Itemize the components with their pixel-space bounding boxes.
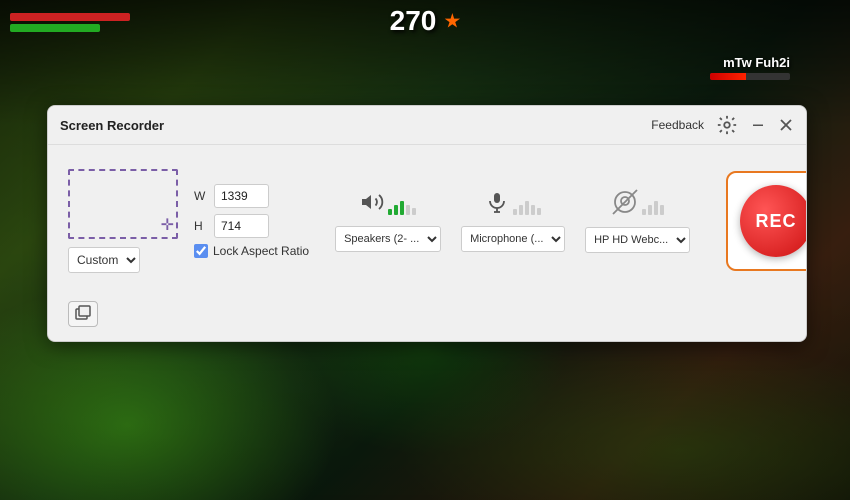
vbar2 (394, 205, 398, 215)
mic-vbar3 (525, 201, 529, 215)
rec-section: REC (716, 161, 807, 281)
microphone-control: Microphone (... (461, 190, 565, 252)
mic-vbar5 (537, 208, 541, 215)
microphone-icon (485, 190, 509, 220)
width-input[interactable] (214, 184, 269, 208)
aspect-lock-label: Lock Aspect Ratio (213, 244, 309, 258)
preset-dropdown[interactable]: Custom (68, 247, 140, 273)
health-bar (10, 13, 130, 21)
height-row: H (194, 214, 309, 238)
wcbar3 (654, 201, 658, 215)
microphone-icon-row (485, 190, 541, 220)
rec-button-wrapper: REC (726, 171, 807, 271)
speakers-icon-row (360, 190, 416, 220)
mic-vbar4 (531, 205, 535, 215)
vbar4 (406, 205, 410, 215)
bottom-controls (48, 297, 806, 341)
wcbar1 (642, 209, 646, 215)
screen-recorder-window: Screen Recorder Feedback (47, 105, 807, 342)
webcam-icon-row (612, 189, 664, 221)
close-button[interactable] (778, 117, 794, 133)
title-bar-right: Feedback (651, 114, 794, 136)
webcam-icon (612, 189, 638, 221)
speaker-icon (360, 190, 384, 220)
settings-button[interactable] (716, 114, 738, 136)
webcam-dropdown[interactable]: HP HD Webc... (585, 227, 690, 253)
aspect-lock-row: Lock Aspect Ratio (194, 244, 309, 258)
width-row: W (194, 184, 309, 208)
game-hud (0, 0, 850, 100)
mic-vbar2 (519, 205, 523, 215)
preview-section: ✛ Custom (68, 169, 178, 273)
vbar1 (388, 209, 392, 215)
window-title: Screen Recorder (60, 118, 164, 133)
mana-bar (10, 24, 100, 32)
aspect-lock-checkbox[interactable] (194, 244, 208, 258)
speaker-volume-bars (388, 195, 416, 215)
mic-vbar1 (513, 209, 517, 215)
crosshair-icon: ✛ (161, 215, 174, 235)
webcam-control: HP HD Webc... (585, 189, 690, 253)
wcbar2 (648, 205, 652, 215)
preview-controls: Custom (68, 247, 178, 273)
hud-left-bars (10, 13, 130, 32)
speakers-control: Speakers (2- ... (335, 190, 441, 252)
recorder-content: ✛ Custom W H Lock Aspect Ratio (48, 145, 806, 297)
screenshot-button[interactable] (68, 301, 98, 327)
minimize-button[interactable] (750, 117, 766, 133)
screen-preview: ✛ (68, 169, 178, 239)
microphone-dropdown[interactable]: Microphone (... (461, 226, 565, 252)
width-label: W (194, 189, 208, 203)
wcbar4 (660, 205, 664, 215)
height-input[interactable] (214, 214, 269, 238)
rec-button[interactable]: REC (740, 185, 807, 257)
feedback-link[interactable]: Feedback (651, 118, 704, 132)
vbar5 (412, 208, 416, 215)
speakers-dropdown[interactable]: Speakers (2- ... (335, 226, 441, 252)
dimension-controls: W H Lock Aspect Ratio (194, 184, 309, 258)
mic-volume-bars (513, 195, 541, 215)
vbar3 (400, 201, 404, 215)
webcam-bars (642, 195, 664, 215)
title-bar: Screen Recorder Feedback (48, 106, 806, 145)
height-label: H (194, 219, 208, 233)
audio-section: Speakers (2- ... (325, 189, 700, 253)
